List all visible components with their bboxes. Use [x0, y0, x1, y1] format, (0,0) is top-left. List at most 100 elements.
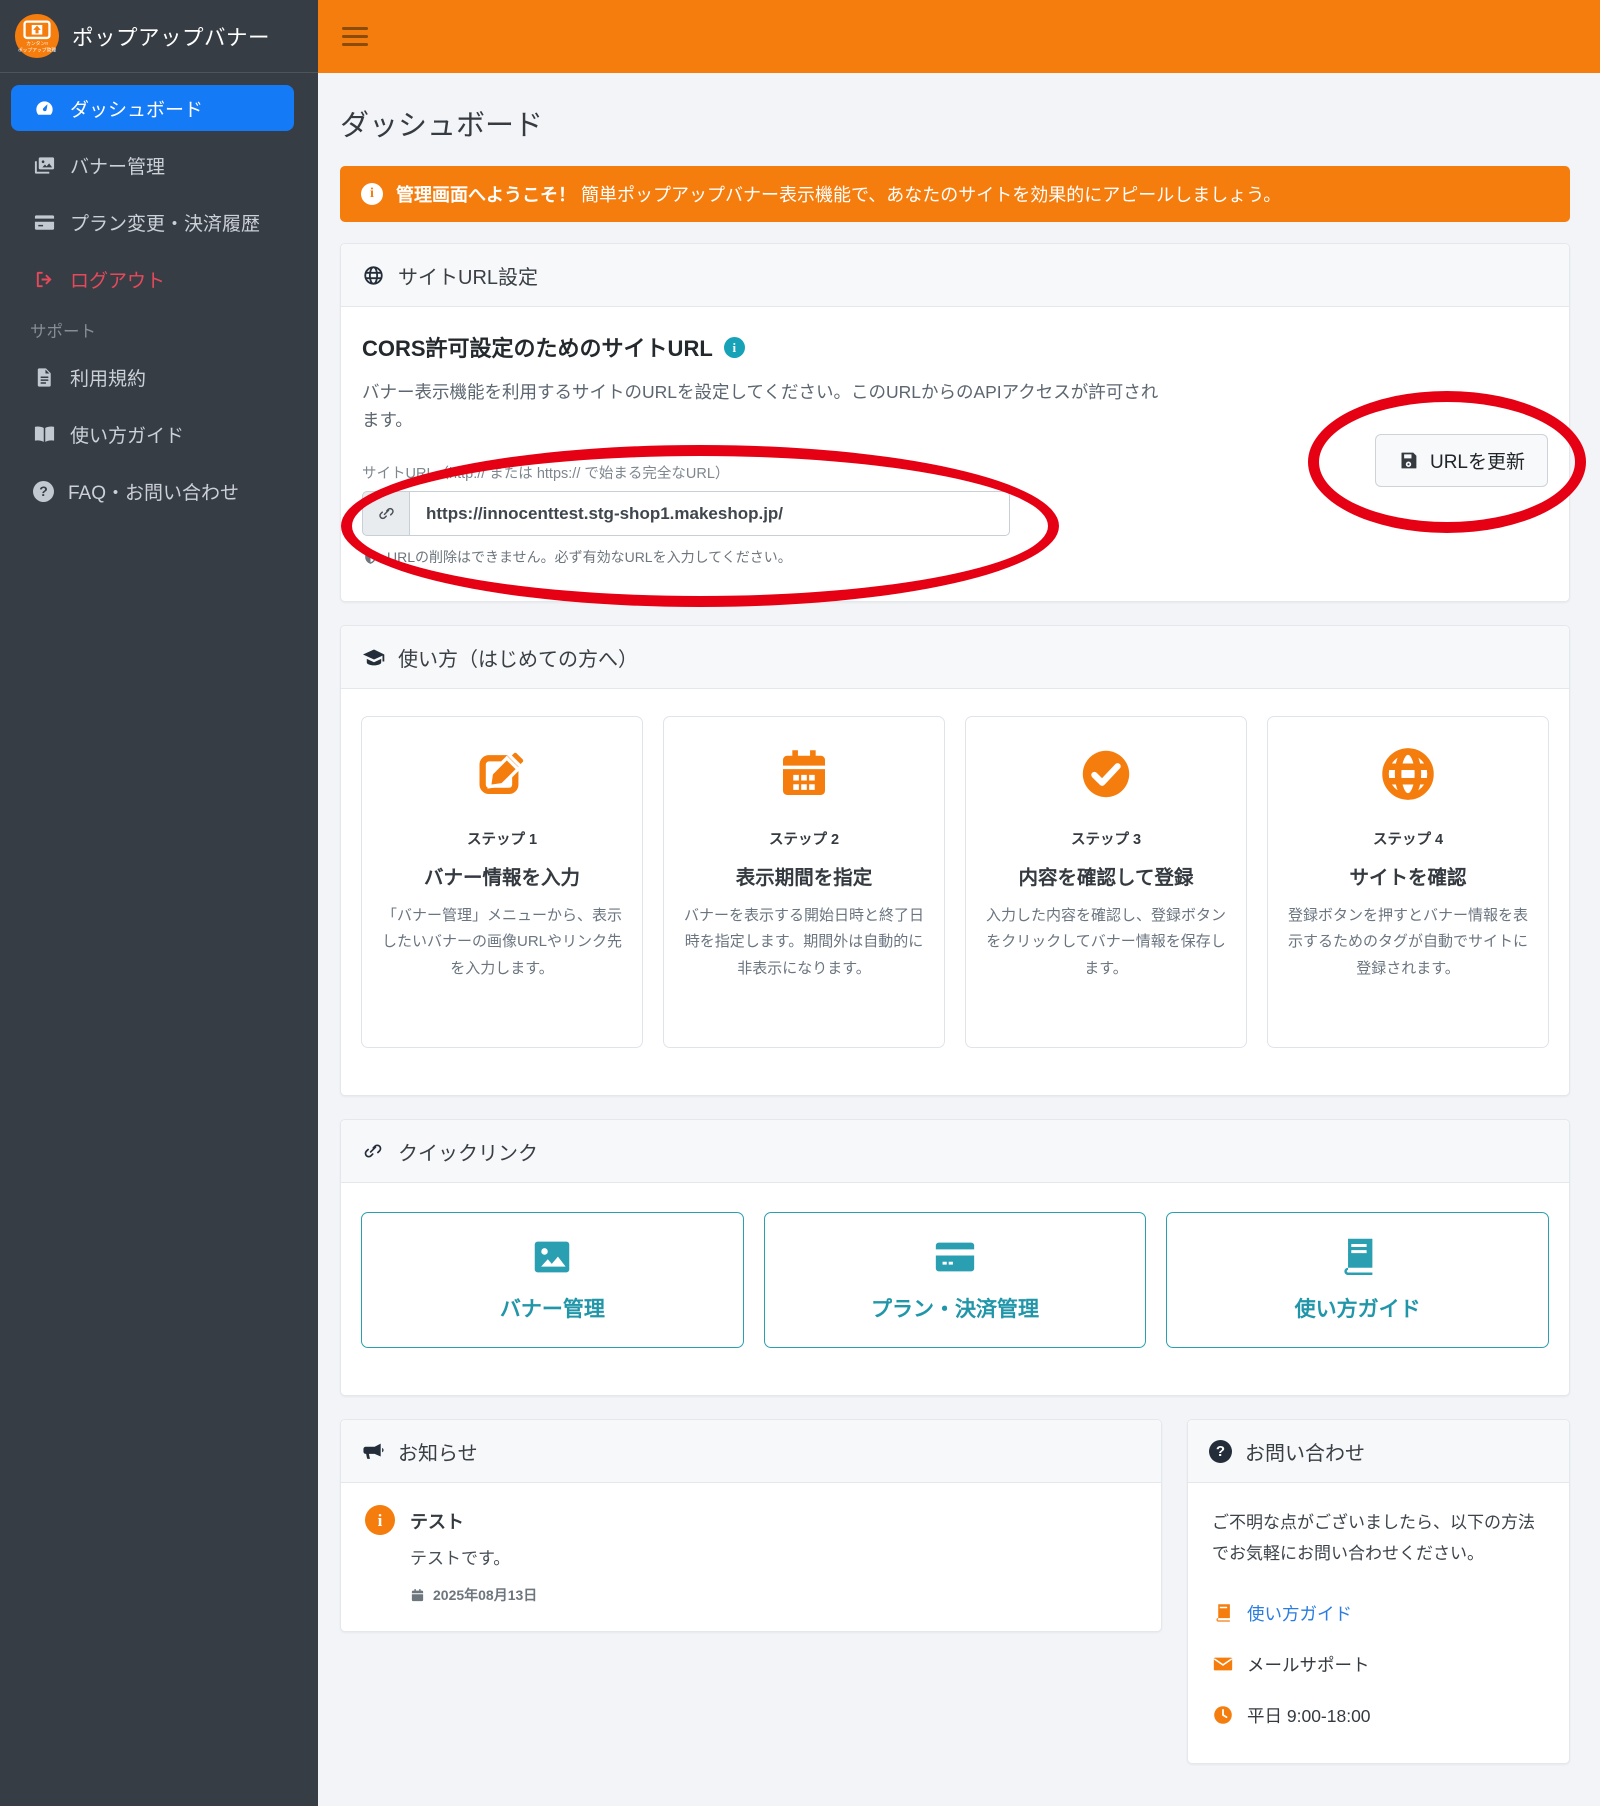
svg-text:カンタン!!: カンタン!! — [26, 40, 48, 47]
contact-links: 使い方ガイド メールサポート 平日 9:00-18:00 — [1212, 1588, 1545, 1741]
cors-heading: CORS許可設定のためのサイトURL i — [362, 331, 1548, 363]
sidebar-item-logout[interactable]: ログアウト — [11, 256, 294, 302]
card-title: 使い方（はじめての方へ） — [398, 648, 638, 671]
quicklinks-card: クイックリンク バナー管理 プラン・決済管理 使い方ガイド — [340, 1119, 1570, 1396]
sidebar: カンタン!! ポップアップ管理 ポップアップバナー ダッシュボード バナー管理 — [0, 0, 318, 1806]
howto-card: 使い方（はじめての方へ） ステップ 1 バナー情報を入力 「バナー管理」メニュー… — [340, 625, 1570, 1096]
check-circle-icon — [982, 744, 1230, 804]
link-icon — [362, 1140, 385, 1163]
bottom-row: お知らせ i テスト テストです。 2025年08月13日 ? お問い合わせ ご… — [340, 1419, 1570, 1764]
app-logo-icon: カンタン!! ポップアップ管理 — [14, 13, 60, 59]
sidebar-item-terms[interactable]: 利用規約 — [11, 354, 294, 400]
info-circle-icon: i — [361, 183, 383, 205]
welcome-alert: i 管理画面へようこそ！ 簡単ポップアップバナー表示機能で、あなたのサイトを効果… — [340, 166, 1570, 222]
step-card-4: ステップ 4 サイトを確認 登録ボタンを押すとバナー情報を表示するためのタグが自… — [1267, 716, 1549, 1048]
howto-card-header: 使い方（はじめての方へ） — [341, 626, 1569, 689]
credit-card-icon — [33, 211, 56, 234]
question-circle-icon: ? — [33, 480, 54, 502]
site-url-card-body: CORS許可設定のためのサイトURL i バナー表示機能を利用するサイトのURL… — [341, 307, 1569, 601]
contact-hours: 平日 9:00-18:00 — [1212, 1690, 1545, 1741]
brand-title: ポップアップバナー — [72, 25, 271, 50]
clock-icon — [1212, 1704, 1234, 1726]
sidebar-item-label: プラン変更・決済履歴 — [70, 213, 261, 235]
brand[interactable]: カンタン!! ポップアップ管理 ポップアップバナー — [0, 0, 318, 73]
sidebar-item-label: 利用規約 — [70, 368, 147, 390]
contact-text: ご不明な点がございましたら、以下の方法でお気軽にお問い合わせください。 — [1212, 1513, 1535, 1564]
topbar — [318, 0, 1600, 73]
images-icon — [33, 154, 56, 177]
step-card-3: ステップ 3 内容を確認して登録 入力した内容を確認し、登録ボタンをクリックして… — [965, 716, 1247, 1048]
sidebar-item-guide[interactable]: 使い方ガイド — [11, 411, 294, 457]
sidebar-nav: ダッシュボード バナー管理 プラン変更・決済履歴 ログアウト サポート 利用規約… — [0, 73, 318, 514]
news-card: お知らせ i テスト テストです。 2025年08月13日 — [340, 1419, 1162, 1632]
image-icon — [529, 1234, 575, 1278]
site-url-label: サイトURL（http:// または https:// で始まる完全なURL） — [362, 466, 730, 482]
globe-icon — [1284, 744, 1532, 804]
news-body: i テスト テストです。 2025年08月13日 — [341, 1483, 1161, 1631]
cors-description: バナー表示機能を利用するサイトのURLを設定してください。このURLからのAPI… — [362, 382, 1159, 430]
sidebar-item-banners[interactable]: バナー管理 — [11, 142, 294, 188]
envelope-icon — [1212, 1653, 1234, 1675]
link-icon — [362, 491, 409, 536]
edit-icon — [378, 744, 626, 804]
calendar-icon — [410, 1588, 425, 1603]
info-circle-icon: i — [365, 1505, 395, 1535]
menu-toggle-button[interactable] — [342, 22, 368, 51]
contact-body: ご不明な点がございましたら、以下の方法でお気軽にお問い合わせください。 使い方ガ… — [1188, 1483, 1569, 1763]
news-item-date: 2025年08月13日 — [410, 1585, 1137, 1605]
gauge-icon — [33, 97, 56, 120]
welcome-alert-text: 管理画面へようこそ！ 簡単ポップアップバナー表示機能で、あなたのサイトを効果的に… — [396, 185, 1282, 205]
quicklink-plan-payments-button[interactable]: プラン・決済管理 — [763, 1212, 1147, 1348]
bullhorn-icon — [362, 1440, 385, 1463]
sidebar-section-support: サポート — [30, 323, 96, 341]
card-title: サイトURL設定 — [398, 266, 539, 289]
sidebar-item-label: ダッシュボード — [70, 99, 204, 121]
quicklink-banners-button[interactable]: バナー管理 — [361, 1212, 744, 1348]
step-card-1: ステップ 1 バナー情報を入力 「バナー管理」メニューから、表示したいバナーの画… — [361, 716, 643, 1048]
save-icon — [1398, 450, 1419, 471]
site-url-card: サイトURL設定 CORS許可設定のためのサイトURL i バナー表示機能を利用… — [340, 243, 1570, 602]
calendar-icon — [680, 744, 928, 804]
shield-icon — [362, 549, 379, 566]
graduation-cap-icon — [362, 646, 385, 669]
file-icon — [33, 366, 56, 389]
news-card-header: お知らせ — [341, 1420, 1161, 1483]
quicklinks-card-header: クイックリンク — [341, 1120, 1569, 1183]
credit-card-icon — [932, 1234, 978, 1278]
sidebar-item-label: ログアウト — [70, 270, 166, 292]
site-url-input[interactable] — [409, 491, 1010, 536]
site-url-card-header: サイトURL設定 — [341, 244, 1569, 307]
sidebar-item-dashboard[interactable]: ダッシュボード — [11, 85, 294, 131]
url-update-button[interactable]: URLを更新 — [1374, 434, 1548, 487]
book-icon — [1335, 1234, 1381, 1278]
info-tooltip-icon[interactable]: i — [723, 336, 745, 358]
news-item: i テスト テストです。 — [365, 1505, 1137, 1569]
sidebar-item-label: バナー管理 — [70, 156, 166, 178]
news-item-title: テスト — [410, 1512, 464, 1532]
contact-guide-link[interactable]: 使い方ガイド — [1212, 1588, 1545, 1639]
globe-icon — [362, 264, 385, 287]
logout-icon — [33, 268, 56, 291]
site-url-input-group — [362, 491, 1010, 536]
contact-mail-support[interactable]: メールサポート — [1212, 1639, 1545, 1690]
book-open-icon — [33, 423, 56, 446]
question-circle-icon: ? — [1209, 1439, 1232, 1463]
sidebar-item-label: FAQ・お問い合わせ — [68, 482, 240, 504]
contact-card: ? お問い合わせ ご不明な点がございましたら、以下の方法でお気軽にお問い合わせく… — [1187, 1419, 1570, 1764]
svg-text:ポップアップ管理: ポップアップ管理 — [18, 46, 56, 53]
card-title: お知らせ — [398, 1442, 478, 1465]
quicklink-guide-button[interactable]: 使い方ガイド — [1166, 1212, 1550, 1348]
sidebar-item-plan-payments[interactable]: プラン変更・決済履歴 — [11, 199, 294, 245]
main-content: ダッシュボード i 管理画面へようこそ！ 簡単ポップアップバナー表示機能で、あな… — [318, 73, 1600, 1764]
howto-steps: ステップ 1 バナー情報を入力 「バナー管理」メニューから、表示したいバナーの画… — [341, 689, 1569, 1095]
sidebar-item-faq[interactable]: ? FAQ・お問い合わせ — [11, 468, 294, 514]
cors-heading-text: CORS許可設定のためのサイトURL — [362, 336, 713, 361]
quicklinks-row: バナー管理 プラン・決済管理 使い方ガイド — [341, 1183, 1569, 1395]
card-title: お問い合わせ — [1245, 1442, 1365, 1465]
site-url-note: URLの削除はできません。必ず有効なURLを入力してください。 — [362, 547, 1548, 567]
book-icon — [1212, 1602, 1234, 1624]
contact-card-header: ? お問い合わせ — [1188, 1420, 1569, 1483]
card-title: クイックリンク — [398, 1142, 538, 1165]
step-card-2: ステップ 2 表示期間を指定 バナーを表示する開始日時と終了日時を指定します。期… — [663, 716, 945, 1048]
page-title: ダッシュボード — [340, 110, 544, 142]
